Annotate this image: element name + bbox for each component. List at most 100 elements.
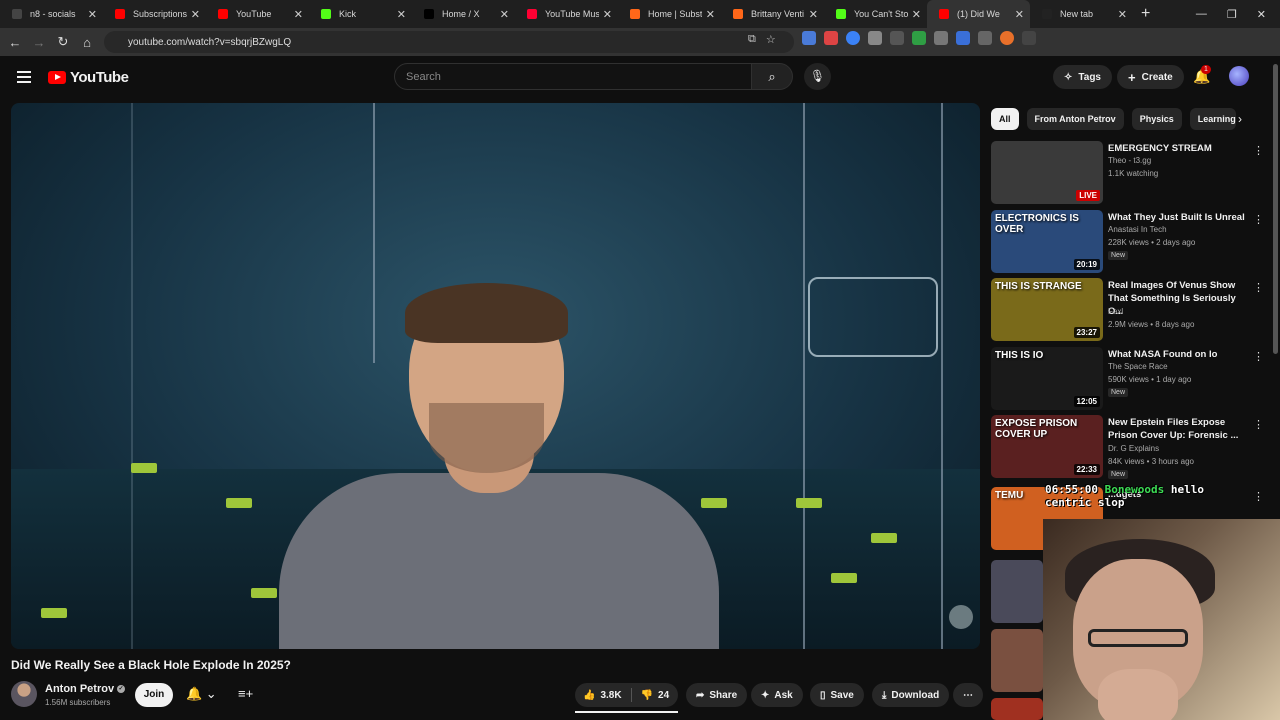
browser-tab[interactable]: You Can't Stop ✕ (824, 0, 927, 28)
forward-icon[interactable]: → (27, 35, 51, 50)
new-tab-icon[interactable]: + (1141, 5, 1150, 23)
home-icon[interactable]: ⌂ (75, 35, 99, 50)
channel-watermark-icon[interactable] (949, 605, 973, 629)
recommendation-title[interactable]: What NASA Found on Io (1108, 348, 1248, 361)
tags-button[interactable]: ✧ Tags (1053, 65, 1112, 89)
recommendation-item[interactable]: EXPOSE PRISON COVER UP 22:33 New Epstein F… (991, 415, 1266, 480)
account-avatar[interactable] (1229, 66, 1249, 86)
more-vertical-icon[interactable]: ⋮ (1253, 144, 1264, 157)
browser-tab[interactable]: Home / X ✕ (412, 0, 515, 28)
more-vertical-icon[interactable]: ⋮ (1253, 213, 1264, 226)
more-vertical-icon[interactable]: ⋮ (1253, 350, 1264, 363)
recommendation-thumbnail[interactable] (991, 698, 1043, 720)
recommendation-thumbnail[interactable]: LIVE (991, 141, 1103, 204)
puzzle-icon[interactable] (1022, 31, 1036, 45)
add-to-playlist-icon[interactable]: ≡+ (238, 686, 253, 701)
chip-physics[interactable]: Physics (1131, 108, 1182, 130)
save-button[interactable]: ▯ Save (810, 683, 864, 707)
close-tab-icon[interactable]: ✕ (809, 8, 818, 21)
video-player[interactable] (11, 103, 980, 649)
extension-icon[interactable] (1000, 31, 1014, 45)
recommendation-thumbnail[interactable]: EXPOSE PRISON COVER UP 22:33 (991, 415, 1103, 478)
chip-learning[interactable]: Learning (1189, 108, 1236, 130)
browser-tab[interactable]: YouTube ✕ (206, 0, 309, 28)
recommendation-channel[interactable]: Theo - t3.gg (1108, 156, 1151, 165)
close-tab-icon[interactable]: ✕ (912, 8, 921, 21)
extension-icon[interactable] (912, 31, 926, 45)
browser-tab[interactable]: (1) Did We ✕ (927, 0, 1030, 28)
join-button[interactable]: Join (135, 683, 173, 707)
browser-tab[interactable]: YouTube Music ✕ (515, 0, 618, 28)
close-tab-icon[interactable]: ✕ (500, 8, 509, 21)
youtube-logo[interactable]: YouTube (48, 69, 129, 86)
chip-all[interactable]: All (991, 108, 1019, 130)
chevron-right-icon[interactable]: › (1238, 112, 1242, 126)
install-icon[interactable]: ⧉ (748, 33, 756, 46)
browser-tab[interactable]: Subscriptions - ✕ (103, 0, 206, 28)
recommendation-item[interactable]: THIS IS STRANGE 23:27 Real Images Of Venus… (991, 278, 1266, 343)
extension-icon[interactable] (934, 31, 948, 45)
browser-tab[interactable]: n8 - socials ✕ (0, 0, 103, 28)
download-button[interactable]: ⤓ Download (872, 683, 950, 707)
menu-icon[interactable] (17, 71, 31, 86)
recommendation-item[interactable]: THIS IS IO 12:05 What NASA Found on Io The … (991, 347, 1266, 412)
create-button[interactable]: + Create (1117, 65, 1184, 89)
recommendation-thumbnail[interactable]: THIS IS STRANGE 23:27 (991, 278, 1103, 341)
channel-name[interactable]: Anton Petrov ✓ (45, 683, 126, 695)
recommendation-thumbnail[interactable]: THIS IS IO 12:05 (991, 347, 1103, 410)
more-actions-button[interactable]: ⋯ (953, 683, 983, 707)
extension-icon[interactable] (846, 31, 860, 45)
recommendation-channel[interactable]: Fexl (1108, 307, 1123, 316)
recommendation-thumbnail[interactable] (991, 629, 1043, 692)
close-tab-icon[interactable]: ✕ (706, 8, 715, 21)
search-input[interactable]: Search (394, 63, 752, 90)
recommendation-item[interactable]: ELECTRONICS IS OVER 20:19 What They Just B… (991, 210, 1266, 275)
more-vertical-icon[interactable]: ⋮ (1253, 490, 1264, 503)
extension-icon[interactable] (956, 31, 970, 45)
channel-avatar[interactable] (11, 681, 37, 707)
more-vertical-icon[interactable]: ⋮ (1253, 281, 1264, 294)
like-button[interactable]: 👍 3.8K (583, 690, 622, 701)
page-scrollbar[interactable] (1273, 64, 1278, 354)
browser-tab[interactable]: Home | Substa ✕ (618, 0, 721, 28)
more-vertical-icon[interactable]: ⋮ (1253, 418, 1264, 431)
recommendation-title[interactable]: EMERGENCY STREAM (1108, 142, 1248, 155)
address-bar[interactable]: youtube.com/watch?v=sbqrjBZwgLQ (104, 31, 794, 53)
recommendation-thumbnail[interactable] (991, 560, 1043, 623)
maximize-icon[interactable]: ❐ (1227, 8, 1237, 21)
dislike-button[interactable]: 👎 24 (641, 690, 670, 701)
recommendation-item[interactable]: LIVE EMERGENCY STREAM Theo - t3.gg 1.1K wat… (991, 141, 1266, 206)
browser-tab[interactable]: Brittany Venti ✕ (721, 0, 824, 28)
minimize-icon[interactable]: — (1196, 8, 1207, 20)
ask-button[interactable]: ✦ Ask (751, 683, 803, 707)
back-icon[interactable]: ← (3, 35, 27, 50)
close-window-icon[interactable]: ✕ (1257, 8, 1266, 21)
recommendation-title[interactable]: New Epstein Files Expose Prison Cover Up… (1108, 416, 1248, 442)
extension-icon[interactable] (868, 31, 882, 45)
reload-icon[interactable]: ↻ (51, 34, 75, 50)
recommendation-title[interactable]: Real Images Of Venus Show That Something… (1108, 279, 1248, 318)
recommendation-thumbnail[interactable]: ELECTRONICS IS OVER 20:19 (991, 210, 1103, 273)
recommendation-title[interactable]: What They Just Built Is Unreal (1108, 211, 1248, 224)
recommendation-channel[interactable]: Dr. G Explains (1108, 444, 1159, 453)
close-tab-icon[interactable]: ✕ (1118, 8, 1127, 21)
browser-tab[interactable]: Kick ✕ (309, 0, 412, 28)
close-tab-icon[interactable]: ✕ (1015, 8, 1024, 21)
close-tab-icon[interactable]: ✕ (603, 8, 612, 21)
close-tab-icon[interactable]: ✕ (397, 8, 406, 21)
search-button[interactable]: ⌕ (751, 63, 793, 90)
close-tab-icon[interactable]: ✕ (294, 8, 303, 21)
recommendation-channel[interactable]: Anastasi In Tech (1108, 225, 1167, 234)
close-tab-icon[interactable]: ✕ (88, 8, 97, 21)
close-tab-icon[interactable]: ✕ (191, 8, 200, 21)
recommendation-channel[interactable]: The Space Race (1108, 362, 1168, 371)
extension-icon[interactable] (824, 31, 838, 45)
bookmark-star-icon[interactable]: ☆ (766, 33, 776, 46)
extension-icon[interactable] (978, 31, 992, 45)
chip-from-channel[interactable]: From Anton Petrov (1026, 108, 1124, 130)
browser-tab[interactable]: New tab ✕ (1030, 0, 1133, 28)
subscription-bell-icon[interactable]: 🔔 ⌄ (186, 686, 217, 702)
extension-icon[interactable] (890, 31, 904, 45)
extension-icon[interactable] (802, 31, 816, 45)
voice-search-button[interactable]: 🎙 (804, 63, 831, 90)
